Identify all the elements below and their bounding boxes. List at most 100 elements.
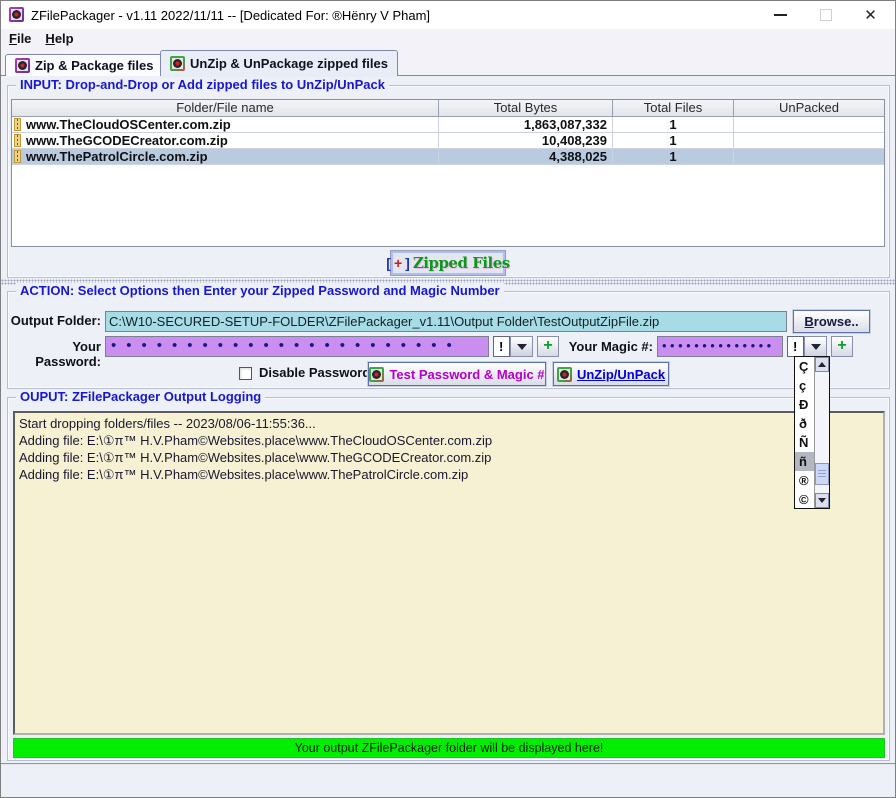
chevron-down-icon (811, 344, 821, 350)
bottom-bar: EXIT (1, 763, 896, 798)
char-option[interactable]: Ð (795, 395, 814, 414)
dropdown-scrollbar[interactable] (814, 357, 829, 508)
table-row[interactable]: www.TheGCODECreator.com.zip10,408,2391 (12, 133, 884, 149)
magic-char-combo-arrow[interactable] (804, 336, 827, 357)
tab-zip-package[interactable]: Zip & Package files (5, 54, 164, 76)
password-char-combo-value[interactable]: ! (493, 336, 510, 357)
close-icon: ✕ (864, 8, 877, 23)
cell-folder-name: www.TheCloudOSCenter.com.zip (12, 117, 439, 132)
cell-total-files: 1 (613, 149, 734, 164)
unzip-unpack-icon (557, 367, 572, 382)
log-line: Start dropping folders/files -- 2023/08/… (19, 415, 879, 432)
char-option[interactable]: ñ (795, 452, 814, 471)
char-option[interactable]: © (795, 490, 814, 509)
char-option[interactable]: ð (795, 414, 814, 433)
app-icon (9, 7, 24, 22)
menu-bar: File Help (1, 29, 895, 48)
bracket-left: [ (386, 255, 391, 271)
table-row[interactable]: www.TheCloudOSCenter.com.zip1,863,087,33… (12, 117, 884, 133)
magic-label: Your Magic #: (561, 339, 653, 354)
password-field[interactable]: ••••••••••••••••••••••• (105, 336, 489, 357)
cell-unpacked (734, 149, 884, 164)
maximize-icon (820, 9, 832, 21)
special-char-dropdown: ÇçÐðÑñ®© (794, 356, 830, 509)
app-window: ZFilePackager - v1.11 2022/11/11 -- [Ded… (0, 0, 896, 798)
zip-file-icon (14, 150, 21, 163)
minimize-icon (774, 14, 787, 16)
input-group-title: INPUT: Drop-and-Drop or Add zipped files… (16, 77, 389, 92)
test-password-button[interactable]: Test Password & Magic # (368, 362, 546, 386)
chevron-up-icon (818, 362, 826, 367)
column-header-folder-name[interactable]: Folder/File name (12, 100, 439, 116)
tab-label: UnZip & UnPackage zipped files (190, 56, 388, 71)
password-label: Your Password: (9, 339, 101, 369)
cell-unpacked (734, 117, 884, 132)
zip-tab-icon (15, 58, 30, 73)
scroll-up-button[interactable] (815, 357, 829, 372)
cell-total-bytes: 4,388,025 (439, 149, 613, 164)
column-header-unpacked[interactable]: UnPacked (734, 100, 884, 116)
close-button[interactable]: ✕ (848, 1, 893, 29)
tab-label: Zip & Package files (35, 58, 154, 73)
char-options: ÇçÐðÑñ®© (795, 357, 814, 508)
column-header-total-bytes[interactable]: Total Bytes (439, 100, 613, 116)
bracket-right: ] (405, 255, 410, 271)
password-add-char-button[interactable]: + (537, 336, 559, 357)
column-header-total-files[interactable]: Total Files (613, 100, 734, 116)
output-folder-field[interactable]: C:\W10-SECURED-SETUP-FOLDER\ZFilePackage… (105, 311, 787, 332)
log-line: Adding file: E:\①π™ H.V.Pham©Websites.pl… (19, 466, 879, 483)
char-option[interactable]: ® (795, 471, 814, 490)
menu-file[interactable]: File (9, 31, 31, 46)
magic-char-combo-value[interactable]: ! (787, 336, 804, 357)
char-option[interactable]: ç (795, 376, 814, 395)
title-bar: ZFilePackager - v1.11 2022/11/11 -- [Ded… (1, 1, 895, 29)
magic-add-char-button[interactable]: + (831, 336, 853, 357)
test-password-label: Test Password & Magic # (389, 367, 544, 382)
cell-folder-name: www.ThePatrolCircle.com.zip (12, 149, 439, 164)
log-line: Adding file: E:\①π™ H.V.Pham©Websites.pl… (19, 432, 879, 449)
window-title: ZFilePackager - v1.11 2022/11/11 -- [Ded… (31, 8, 430, 23)
zip-file-icon (14, 118, 21, 131)
menu-help[interactable]: Help (45, 31, 73, 46)
test-password-icon (369, 367, 384, 382)
tab-unzip-unpackage[interactable]: UnZip & UnPackage zipped files (160, 50, 398, 76)
unzip-unpack-button[interactable]: UnZip/UnPack (553, 362, 669, 386)
output-group-title: OUPUT: ZFilePackager Output Logging (16, 389, 265, 404)
password-char-combo-arrow[interactable] (510, 336, 533, 357)
char-option[interactable]: Ñ (795, 433, 814, 452)
scrollbar-thumb[interactable] (815, 463, 829, 485)
zipped-files-button[interactable]: [+] Zipped Files (390, 250, 506, 276)
disable-password-checkbox[interactable] (239, 367, 252, 380)
action-group-title: ACTION: Select Options then Enter your Z… (16, 283, 504, 298)
minimize-button[interactable] (758, 1, 803, 29)
table-row[interactable]: www.ThePatrolCircle.com.zip4,388,0251 (12, 149, 884, 165)
char-option[interactable]: Ç (795, 357, 814, 376)
zip-file-icon (14, 134, 21, 147)
browse-button[interactable]: Browse.. (793, 310, 870, 333)
table-header: Folder/File name Total Bytes Total Files… (12, 100, 884, 117)
table-rows: www.TheCloudOSCenter.com.zip1,863,087,33… (12, 117, 884, 165)
chevron-down-icon (818, 498, 826, 503)
log-line: Adding file: E:\①π™ H.V.Pham©Websites.pl… (19, 449, 879, 466)
status-bar: Your output ZFilePackager folder will be… (13, 738, 885, 758)
zipped-files-button-label: Zipped Files (413, 254, 510, 272)
magic-field[interactable]: •••••••••••••• (657, 336, 783, 357)
cell-total-files: 1 (613, 133, 734, 148)
cell-folder-name: www.TheGCODECreator.com.zip (12, 133, 439, 148)
tab-strip: Zip & Package files UnZip & UnPackage zi… (1, 48, 895, 76)
cell-total-bytes: 10,408,239 (439, 133, 613, 148)
cell-unpacked (734, 133, 884, 148)
chevron-down-icon (517, 344, 527, 350)
plus-glyph: + (394, 255, 402, 271)
unzip-unpack-label: UnZip/UnPack (577, 367, 665, 382)
unzip-tab-icon (170, 56, 185, 71)
cell-total-files: 1 (613, 117, 734, 132)
output-log[interactable]: Start dropping folders/files -- 2023/08/… (13, 411, 885, 735)
browse-button-label: Browse.. (804, 314, 858, 329)
disable-password-label: Disable Password (259, 365, 370, 380)
zipped-files-table: Folder/File name Total Bytes Total Files… (11, 99, 885, 247)
output-folder-label: Output Folder: (9, 313, 101, 328)
scroll-down-button[interactable] (815, 493, 829, 508)
maximize-button[interactable] (803, 1, 848, 29)
cell-total-bytes: 1,863,087,332 (439, 117, 613, 132)
